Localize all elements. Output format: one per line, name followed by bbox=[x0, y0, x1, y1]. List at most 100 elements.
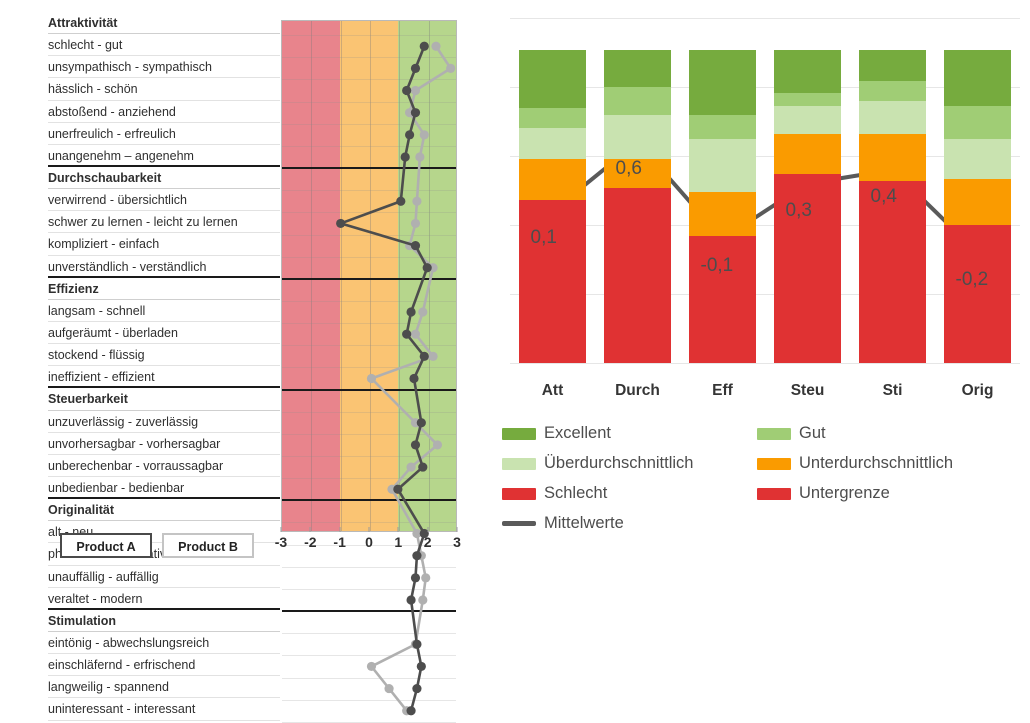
bar-segment bbox=[944, 225, 1011, 363]
product-toggle-group[interactable]: Product A Product B bbox=[60, 533, 254, 558]
product-a-point bbox=[406, 706, 416, 716]
product-b-button[interactable]: Product B bbox=[162, 533, 254, 558]
product-a-point bbox=[419, 351, 429, 361]
bar-segment bbox=[519, 200, 586, 363]
bar-segment bbox=[944, 139, 1011, 180]
item-label: unerfreulich - erfreulich bbox=[48, 123, 280, 145]
axis-tickmark bbox=[427, 527, 429, 532]
axis-tickmark bbox=[456, 527, 458, 532]
product-a-point bbox=[410, 240, 421, 251]
scale-heading: Originalität bbox=[48, 499, 280, 522]
legend-color-swatch bbox=[757, 457, 791, 470]
bar-segment bbox=[689, 139, 756, 192]
item-label: ineffizient - effizient bbox=[48, 366, 280, 389]
product-a-point bbox=[396, 196, 406, 206]
axis-tickmark bbox=[309, 527, 311, 532]
item-label-list: Attraktivität schlecht - gut unsympathisch… bbox=[48, 12, 280, 721]
horizontal-gridline bbox=[282, 677, 456, 679]
product-a-point bbox=[419, 41, 429, 51]
item-label: eintönig - abwechslungsreich bbox=[48, 632, 280, 655]
item-label: veraltet - modern bbox=[48, 588, 280, 610]
product-a-point bbox=[416, 661, 426, 672]
product-a-point bbox=[412, 683, 422, 694]
axis-tick-label: -2 bbox=[304, 534, 317, 550]
axis-tickmark bbox=[368, 527, 370, 532]
axis-tickmark bbox=[280, 527, 282, 532]
item-label: unsympathisch - sympathisch bbox=[48, 56, 280, 79]
legend-entry: Mittelwerte bbox=[502, 514, 624, 533]
category-label: Eff bbox=[712, 382, 733, 399]
bar-segment bbox=[774, 92, 841, 107]
legend-label: Mittelwerte bbox=[544, 514, 624, 532]
product-a-point bbox=[416, 418, 426, 428]
bar-segment bbox=[774, 106, 841, 134]
legend-entry: Untergrenze bbox=[757, 484, 890, 503]
benchmark-bar bbox=[689, 18, 756, 363]
horizontal-gridline bbox=[282, 633, 456, 635]
axis-tick-label: 3 bbox=[453, 534, 461, 550]
benchmark-bar bbox=[519, 18, 586, 363]
profile-x-axis: -3 -2 -1 0 1 2 3 bbox=[275, 527, 461, 558]
item-label: einschläfernd - erfrischend bbox=[48, 654, 280, 677]
product-a-point bbox=[393, 484, 403, 494]
product-a-button[interactable]: Product A bbox=[60, 533, 152, 558]
legend-color-swatch bbox=[502, 457, 536, 470]
product-a-point bbox=[336, 218, 346, 229]
benchmark-legend: Excellent Gut Überdurchschnittlich Unterdur… bbox=[502, 424, 1022, 544]
bar-segment bbox=[604, 87, 671, 115]
legend-label: Überdurchschnittlich bbox=[544, 454, 694, 472]
scale-heading: Effizienz bbox=[48, 278, 280, 300]
product-a-point bbox=[406, 595, 416, 605]
bar-segment bbox=[774, 133, 841, 174]
product-a-point bbox=[422, 263, 432, 273]
product-a-point bbox=[410, 63, 421, 73]
legend-entry: Schlecht bbox=[502, 484, 607, 503]
legend-label: Schlecht bbox=[544, 484, 608, 502]
legend-label: Excellent bbox=[544, 424, 611, 442]
item-label: unberechenbar - vorraussagbar bbox=[48, 455, 280, 477]
bar-segment bbox=[604, 187, 671, 363]
product-a-point bbox=[418, 462, 428, 472]
legend-label: Untergrenze bbox=[799, 484, 890, 502]
item-label: abstoßend - anziehend bbox=[48, 101, 280, 123]
item-label: schwer zu lernen - leicht zu lernen bbox=[48, 211, 280, 234]
mean-value-label: 0,1 bbox=[530, 227, 557, 249]
legend-row: Überdurchschnittlich Unterdurchschnittlic… bbox=[502, 454, 1022, 484]
bar-segment bbox=[859, 81, 926, 101]
bar-segment bbox=[519, 107, 586, 129]
horizontal-gridline bbox=[282, 699, 456, 701]
product-a-point bbox=[402, 329, 412, 339]
item-label: unvorhersagbar - vorhersagbar bbox=[48, 433, 280, 455]
bar-segment bbox=[944, 179, 1011, 225]
legend-row: Excellent Gut bbox=[502, 424, 1022, 454]
scale-heading: Stimulation bbox=[48, 610, 280, 632]
legend-row: Mittelwerte bbox=[502, 514, 1022, 544]
horizontal-gridline bbox=[282, 566, 456, 568]
product-b-point bbox=[432, 440, 443, 450]
mean-value-label: 0,6 bbox=[615, 158, 642, 180]
scale-heading: Attraktivität bbox=[48, 12, 280, 35]
category-label: Att bbox=[541, 382, 564, 399]
item-label: uninteressant - interessant bbox=[48, 698, 280, 721]
product-b-point bbox=[410, 85, 421, 96]
bar-segment bbox=[859, 180, 926, 363]
group-separator bbox=[282, 610, 456, 613]
product-b-point bbox=[418, 595, 428, 605]
item-label: langweilig - spannend bbox=[48, 676, 280, 699]
product-b-point bbox=[410, 329, 421, 339]
item-profile-plot bbox=[281, 20, 457, 723]
category-label: Steu bbox=[790, 382, 825, 399]
mean-value-label: 0,4 bbox=[870, 185, 897, 207]
mean-value-label: 0,3 bbox=[785, 199, 812, 221]
item-label: stockend - flüssig bbox=[48, 344, 280, 367]
product-a-point bbox=[410, 440, 421, 450]
legend-entry: Gut bbox=[757, 424, 826, 443]
bar-segment bbox=[519, 49, 586, 108]
item-label: hässlich - schön bbox=[48, 78, 280, 101]
axis-tick-label: 0 bbox=[365, 534, 373, 550]
bar-segment bbox=[944, 49, 1011, 107]
item-label: aufgeräumt - überladen bbox=[48, 322, 280, 345]
benchmark-chart: 0,1 0,6 -0,1 0,3 0,4 -0,2 bbox=[510, 18, 1020, 364]
item-label: unangenehm – angenehm bbox=[48, 145, 280, 167]
scale-heading: Durchschaubarkeit bbox=[48, 167, 280, 190]
